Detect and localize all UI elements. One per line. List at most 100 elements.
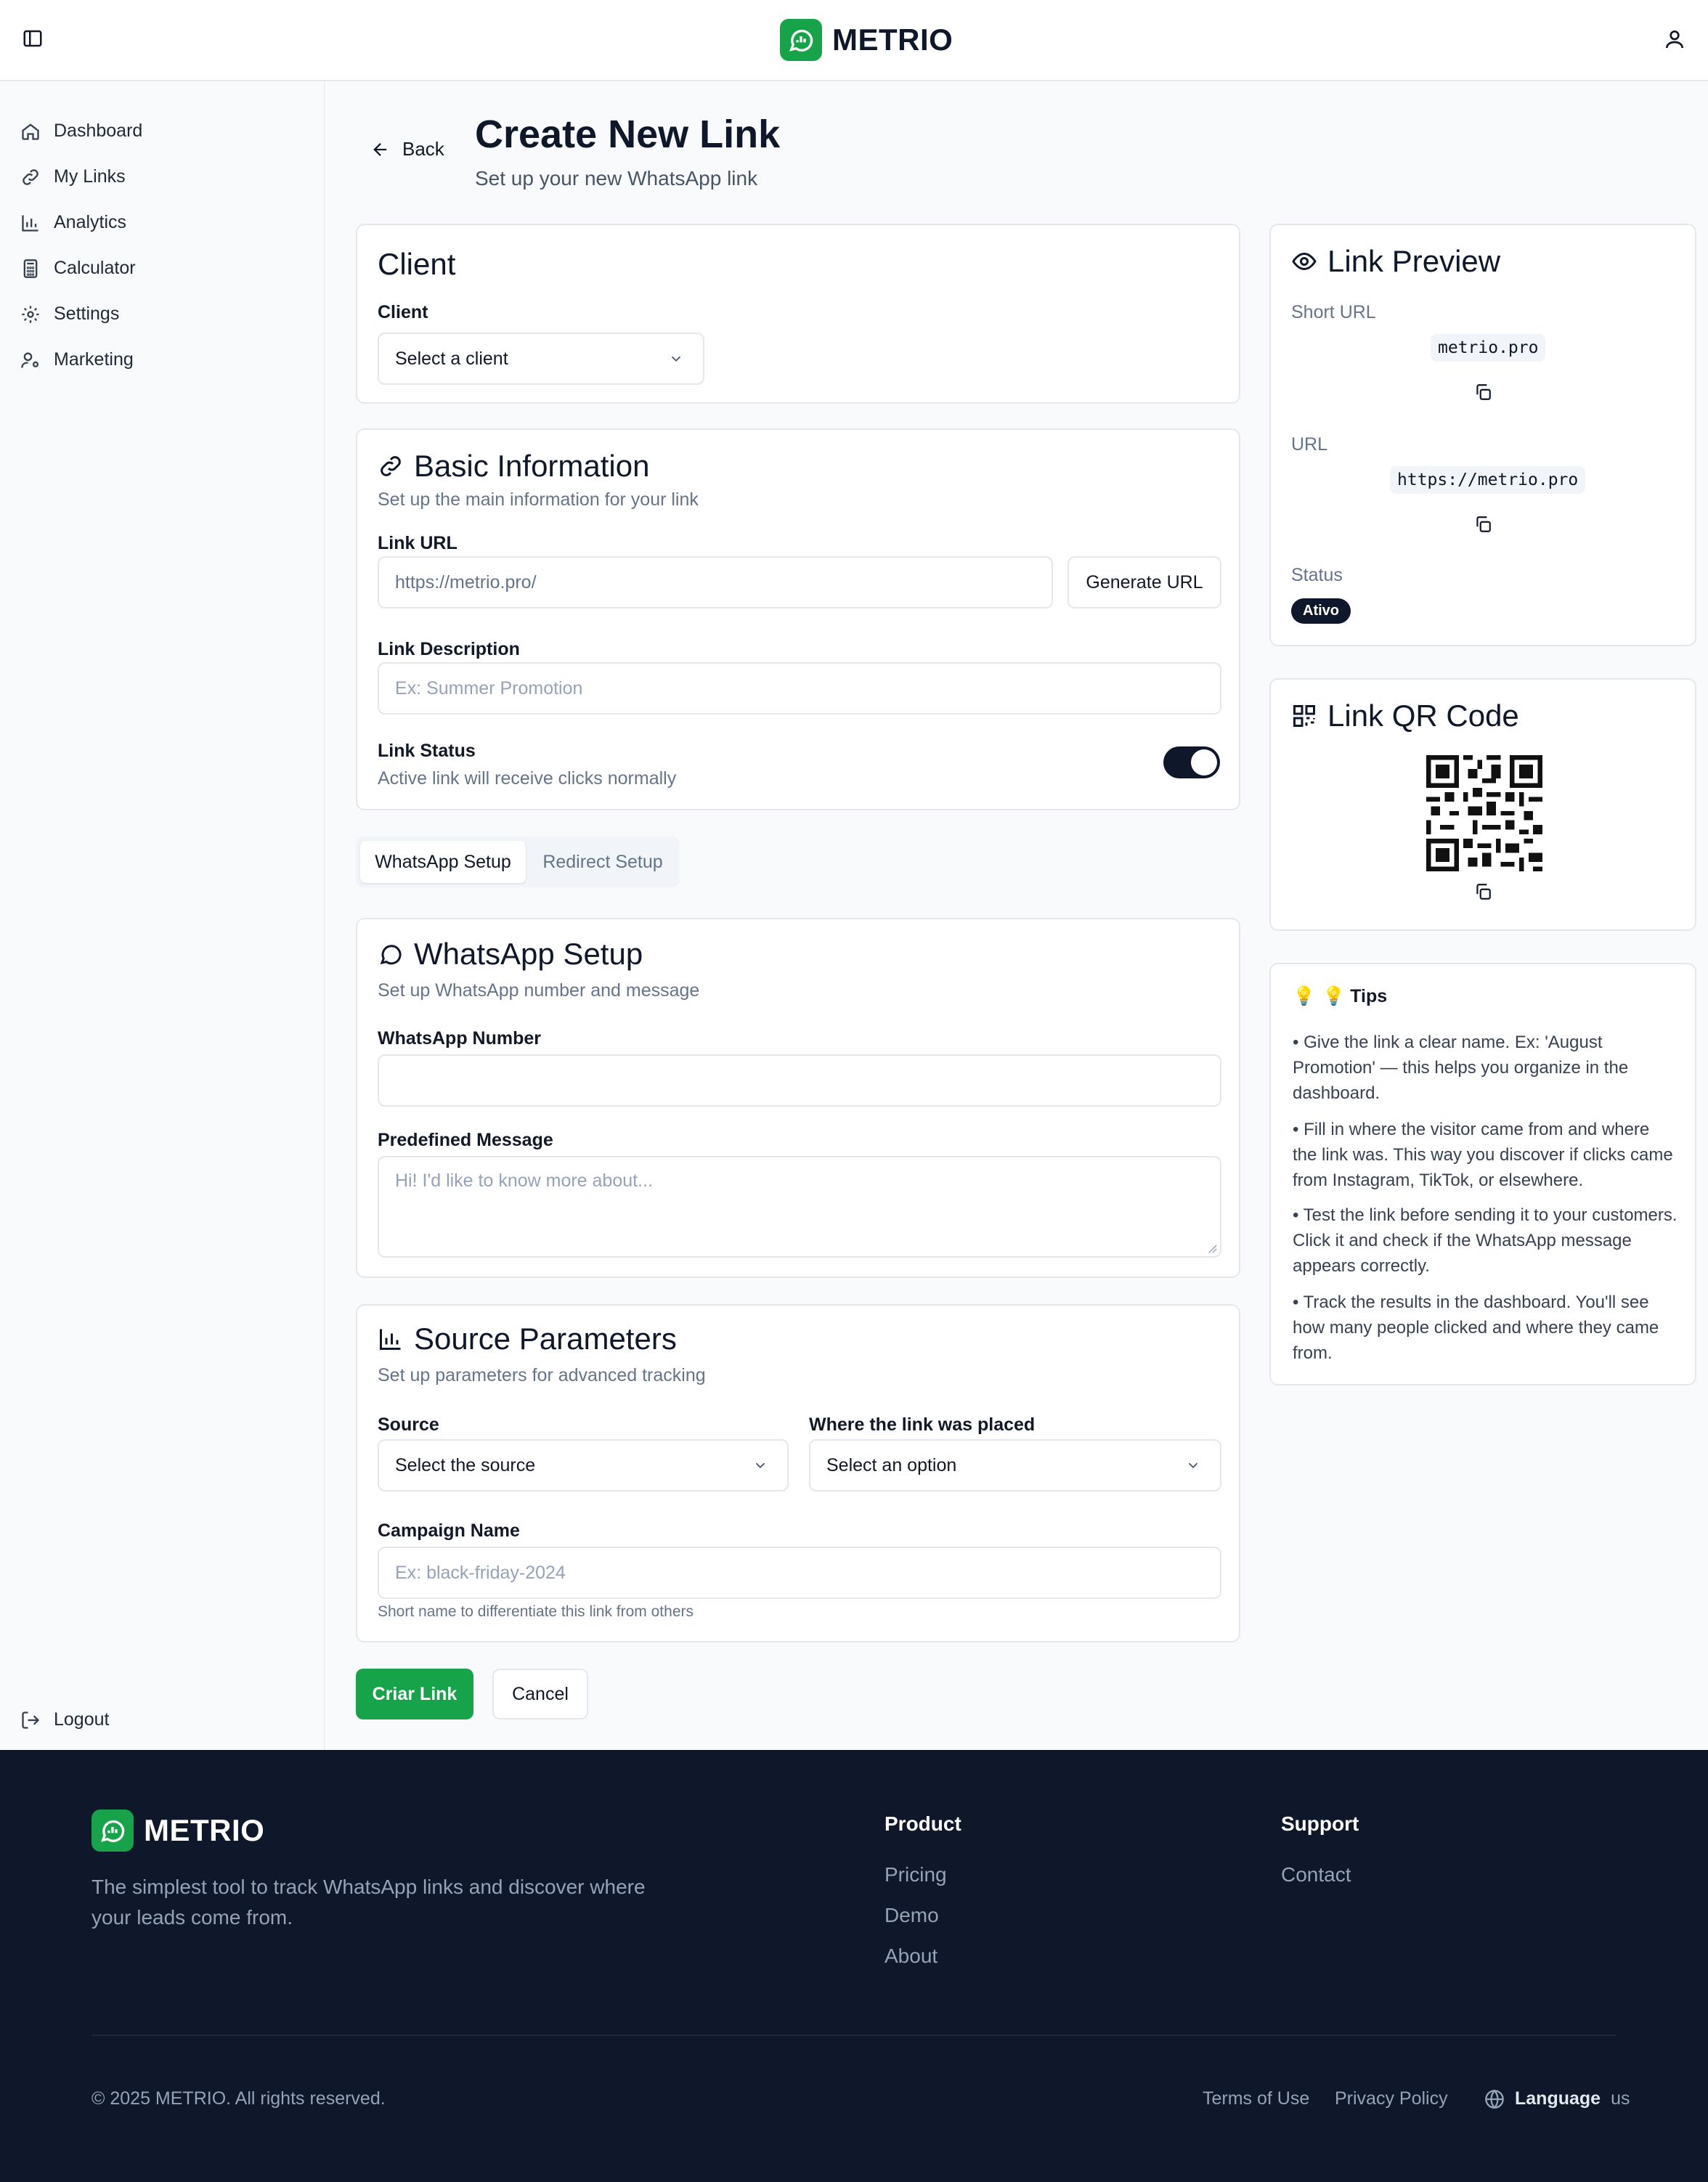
sidebar-item-my-links[interactable]: My Links bbox=[20, 166, 126, 187]
campaign-name-input[interactable]: Ex: black-friday-2024 bbox=[378, 1547, 1221, 1599]
predefined-message-placeholder: Hi! I'd like to know more about... bbox=[395, 1171, 653, 1191]
generate-url-button[interactable]: Generate URL bbox=[1068, 556, 1221, 608]
link-status-toggle[interactable] bbox=[1163, 746, 1220, 778]
page-title: Create New Link bbox=[475, 113, 781, 156]
copy-icon bbox=[1476, 384, 1491, 400]
create-link-button[interactable]: Criar Link bbox=[356, 1669, 473, 1719]
tips-title-text: 💡 Tips bbox=[1322, 986, 1388, 1006]
link-description-input[interactable]: Ex: Summer Promotion bbox=[378, 662, 1221, 715]
copy-icon bbox=[1476, 884, 1491, 900]
lightbulb-icon: 💡 bbox=[1293, 986, 1316, 1006]
toggle-knob bbox=[1191, 749, 1217, 775]
sidebar-toggle-icon[interactable] bbox=[22, 28, 46, 52]
bar-chart-icon bbox=[22, 215, 38, 232]
placement-select-value: Select an option bbox=[826, 1454, 957, 1475]
logout-icon bbox=[22, 1711, 40, 1729]
brand-logo-link[interactable]: METRIO bbox=[780, 19, 953, 61]
source-select[interactable]: Select the source bbox=[378, 1439, 789, 1491]
footer-link-pricing[interactable]: Pricing bbox=[884, 1863, 947, 1886]
footer-link-privacy[interactable]: Privacy Policy bbox=[1335, 2088, 1448, 2109]
tip-item: • Test the link before sending it to you… bbox=[1293, 1205, 1678, 1276]
link-preview-title-text: Link Preview bbox=[1327, 244, 1501, 278]
chevron-down-icon bbox=[1188, 1462, 1198, 1469]
gear-icon bbox=[22, 305, 39, 323]
footer-tagline: The simplest tool to track WhatsApp link… bbox=[92, 1876, 646, 1929]
tab-whatsapp-setup[interactable]: WhatsApp Setup bbox=[360, 841, 526, 883]
whatsapp-number-input[interactable] bbox=[378, 1054, 1221, 1107]
predefined-message-label: Predefined Message bbox=[378, 1130, 553, 1150]
short-url-value: metrio.pro bbox=[1431, 334, 1546, 362]
footer-link-terms[interactable]: Terms of Use bbox=[1203, 2088, 1309, 2109]
footer-support-heading: Support bbox=[1281, 1812, 1359, 1835]
page-subtitle: Set up your new WhatsApp link bbox=[475, 167, 758, 190]
home-icon bbox=[22, 123, 39, 140]
brand-chat-chart-icon bbox=[92, 1809, 134, 1852]
qr-code-image bbox=[1426, 755, 1542, 871]
whatsapp-setup-card: WhatsApp Setup Set up WhatsApp number an… bbox=[356, 918, 1240, 1278]
client-card-title: Client bbox=[378, 247, 456, 281]
link-preview-title: Link Preview bbox=[1291, 244, 1500, 279]
tip-item: • Give the link a clear name. Ex: 'Augus… bbox=[1293, 1033, 1629, 1103]
link-url-input[interactable]: https://metrio.pro/ bbox=[378, 556, 1053, 608]
status-badge: Ativo bbox=[1291, 598, 1351, 624]
source-label: Source bbox=[378, 1414, 439, 1435]
arrow-left-icon bbox=[373, 142, 387, 156]
sidebar-item-label: Dashboard bbox=[54, 121, 143, 141]
placement-select[interactable]: Select an option bbox=[809, 1439, 1221, 1491]
tab-redirect-setup[interactable]: Redirect Setup bbox=[530, 841, 675, 883]
link-preview-card: Link Preview Short URL metrio.pro URL ht… bbox=[1269, 224, 1696, 646]
copy-url-button[interactable] bbox=[1468, 510, 1497, 539]
sidebar-item-label: Settings bbox=[54, 304, 120, 324]
setup-tabs: WhatsApp Setup Redirect Setup bbox=[356, 836, 680, 887]
sidebar-item-label: My Links bbox=[54, 166, 126, 187]
calculator-icon bbox=[23, 258, 38, 278]
placement-label: Where the link was placed bbox=[809, 1414, 1036, 1435]
brand-name: METRIO bbox=[832, 23, 953, 57]
whatsapp-setup-title: WhatsApp Setup bbox=[378, 937, 643, 972]
cancel-button[interactable]: Cancel bbox=[492, 1669, 588, 1719]
copy-qr-button[interactable] bbox=[1468, 877, 1497, 906]
footer-link-demo[interactable]: Demo bbox=[884, 1904, 939, 1927]
logout-button[interactable]: Logout bbox=[20, 1709, 109, 1730]
footer-copyright: © 2025 METRIO. All rights reserved. bbox=[92, 2088, 386, 2109]
link-description-label: Link Description bbox=[378, 639, 520, 659]
url-label: URL bbox=[1291, 434, 1328, 455]
language-selector[interactable]: Language us bbox=[1484, 2088, 1630, 2109]
footer-link-contact[interactable]: Contact bbox=[1281, 1863, 1351, 1886]
copy-short-url-button[interactable] bbox=[1468, 378, 1497, 407]
sidebar-item-marketing[interactable]: Marketing bbox=[20, 349, 134, 370]
footer-divider bbox=[92, 2035, 1616, 2036]
client-select-value: Select a client bbox=[395, 348, 508, 369]
sidebar-item-dashboard[interactable]: Dashboard bbox=[20, 121, 142, 142]
copy-icon bbox=[1476, 516, 1491, 532]
client-select[interactable]: Select a client bbox=[378, 333, 704, 385]
sidebar-item-settings[interactable]: Settings bbox=[20, 304, 119, 325]
message-circle-icon bbox=[380, 945, 402, 965]
source-parameters-description: Set up parameters for advanced tracking bbox=[378, 1365, 706, 1385]
basic-info-title-text: Basic Information bbox=[414, 449, 650, 483]
footer: METRIO The simplest tool to track WhatsA… bbox=[0, 1750, 1708, 2182]
basic-info-card: Basic Information Set up the main inform… bbox=[356, 428, 1240, 810]
link-status-label: Link Status bbox=[378, 741, 476, 761]
sidebar-item-label: Marketing bbox=[54, 349, 134, 370]
globe-icon bbox=[1485, 2089, 1504, 2109]
footer-link-about[interactable]: About bbox=[884, 1945, 938, 1968]
footer-brand[interactable]: METRIO bbox=[92, 1809, 264, 1852]
user-icon[interactable] bbox=[1663, 28, 1689, 54]
source-parameters-title-text: Source Parameters bbox=[414, 1322, 677, 1356]
sidebar-item-analytics[interactable]: Analytics bbox=[20, 212, 126, 233]
back-button[interactable]: Back bbox=[370, 138, 444, 160]
campaign-name-help: Short name to differentiate this link fr… bbox=[378, 1603, 694, 1620]
link-icon bbox=[23, 168, 38, 185]
source-parameters-title: Source Parameters bbox=[378, 1322, 677, 1356]
brand-chat-chart-icon bbox=[780, 19, 822, 61]
sidebar bbox=[0, 81, 325, 1750]
predefined-message-textarea[interactable]: Hi! I'd like to know more about... bbox=[378, 1156, 1221, 1258]
link-url-label: Link URL bbox=[378, 533, 458, 553]
client-card: Client Client Select a client bbox=[356, 224, 1240, 404]
resize-handle-icon[interactable] bbox=[1207, 1243, 1217, 1253]
sidebar-item-calculator[interactable]: Calculator bbox=[20, 258, 136, 279]
status-label: Status bbox=[1291, 565, 1343, 585]
basic-info-description: Set up the main information for your lin… bbox=[378, 489, 699, 510]
tip-item: • Fill in where the visitor came from an… bbox=[1293, 1120, 1673, 1190]
